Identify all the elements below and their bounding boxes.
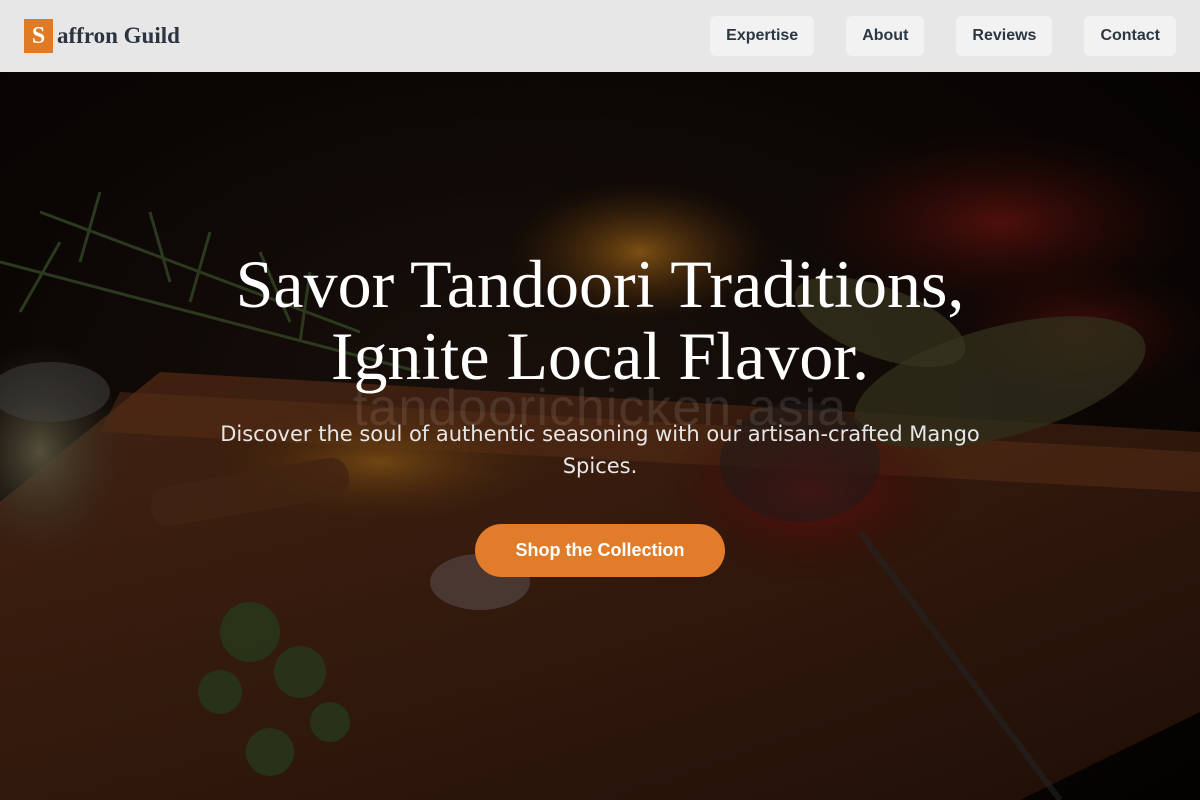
site-header: S affron Guild Expertise About Reviews C… [0,0,1200,72]
hero-content: Savor Tandoori Traditions, Ignite Local … [0,72,1200,800]
nav-link-about[interactable]: About [846,16,925,56]
nav-link-reviews[interactable]: Reviews [956,16,1053,56]
logo[interactable]: S affron Guild [24,19,180,53]
logo-mark: S [24,19,53,53]
main-nav: Expertise About Reviews Contact [678,16,1176,56]
shop-collection-button[interactable]: Shop the Collection [475,524,725,577]
nav-link-expertise[interactable]: Expertise [710,16,815,56]
hero-section: tandoorichicken.asia Savor Tandoori Trad… [0,72,1200,800]
logo-text: affron Guild [57,23,180,48]
hero-subtitle: Discover the soul of authentic seasoning… [220,422,980,478]
hero-title: Savor Tandoori Traditions, Ignite Local … [150,248,1050,392]
nav-link-contact[interactable]: Contact [1084,16,1176,56]
hero-title-line-1: Savor Tandoori Traditions, [235,246,965,322]
hero-title-line-2: Ignite Local Flavor. [330,318,870,394]
